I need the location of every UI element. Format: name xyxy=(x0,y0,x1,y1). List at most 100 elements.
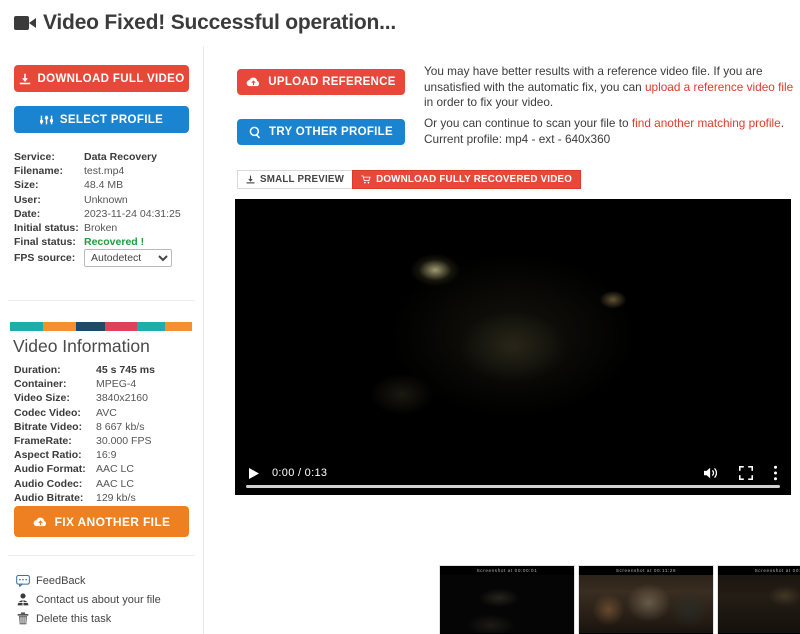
contact-us-link[interactable]: Contact us about your file xyxy=(14,590,161,609)
detail-value: AAC LC xyxy=(96,477,134,490)
detail-value: test.mp4 xyxy=(84,165,125,178)
page-title: Video Fixed! Successful operation... xyxy=(43,11,396,34)
detail-key: Codec Video: xyxy=(14,406,81,419)
detail-row: Audio Codec: AAC LC xyxy=(14,477,199,491)
detail-value: Unknown xyxy=(84,193,128,206)
volume-button[interactable] xyxy=(703,466,719,480)
select-profile-label: SELECT PROFILE xyxy=(59,113,164,126)
detail-key: Final status: xyxy=(14,236,76,249)
detail-row: Container: MPEG-4 xyxy=(14,377,199,391)
detail-key: Size: xyxy=(14,179,39,192)
screenshot-overlay-text: Screenshot at 00:00:01 xyxy=(476,568,538,573)
video-information-list: Duration: 45 s 745 ms Container: MPEG-4 Vide… xyxy=(14,363,199,505)
detail-value: 48.4 MB xyxy=(84,179,124,192)
cart-icon xyxy=(361,175,371,184)
fullscreen-button[interactable] xyxy=(739,466,753,480)
detail-value: 8 667 kb/s xyxy=(96,420,145,433)
detail-row: Bitrate Video: 8 667 kb/s xyxy=(14,420,199,434)
play-button[interactable] xyxy=(248,467,260,480)
download-icon xyxy=(19,73,30,84)
detail-row: Filename: test.mp4 xyxy=(14,164,194,178)
color-bar-segment xyxy=(164,322,192,331)
upload-reference-button[interactable]: UPLOAD REFERENCE xyxy=(237,69,405,95)
screenshot-thumbnail[interactable]: Screenshot at 00:11:26Screenshot N°2 xyxy=(578,565,714,634)
tab-download-fully-recovered-video[interactable]: DOWNLOAD FULLY RECOVERED VIDEO xyxy=(352,170,582,189)
reference-help-text: You may have better results with a refer… xyxy=(424,64,796,111)
detail-key: Audio Bitrate: xyxy=(14,491,84,504)
detail-key: Service: xyxy=(14,151,55,163)
video-camera-icon xyxy=(14,16,36,30)
detail-key: Audio Format: xyxy=(14,463,86,476)
video-progress-bar[interactable] xyxy=(246,485,780,488)
detail-row: FrameRate: 30.000 FPS xyxy=(14,434,199,448)
fps-source-row: FPS source: Autodetect xyxy=(14,249,172,267)
video-information-title: Video Information xyxy=(13,336,150,356)
detail-value: Recovered ! xyxy=(84,236,145,249)
find-matching-profile-link[interactable]: find another matching profile xyxy=(632,116,781,130)
page-header: Video Fixed! Successful operation... xyxy=(0,0,800,46)
fix-another-file-label: FIX ANOTHER FILE xyxy=(54,514,171,529)
sidebar-divider-top xyxy=(8,300,195,301)
detail-row: Video Size: 3840x2160 xyxy=(14,391,199,405)
detail-key: Initial status: xyxy=(14,222,79,235)
detail-row: User: Unknown xyxy=(14,193,194,207)
detail-row: Duration: 45 s 745 ms xyxy=(14,363,199,377)
fps-source-select[interactable]: Autodetect xyxy=(84,249,172,267)
decorative-color-bar xyxy=(10,322,192,331)
upload-reference-label: UPLOAD REFERENCE xyxy=(268,76,396,88)
screenshot-thumbnail[interactable]: Screenshot at 00:00:01Screenshot N°1 xyxy=(439,565,575,634)
try-other-profile-label: TRY OTHER PROFILE xyxy=(269,126,393,138)
sidebar: DOWNLOAD FULL VIDEO SELECT PROFILE Servi… xyxy=(0,46,203,634)
video-player[interactable]: 0:00 / 0:13 xyxy=(235,199,791,495)
more-options-button[interactable] xyxy=(773,465,778,481)
color-bar-segment xyxy=(75,322,105,331)
detail-row: Service: Data Recovery xyxy=(14,150,194,164)
tab-download-fully-recovered-label: DOWNLOAD FULLY RECOVERED VIDEO xyxy=(376,174,573,185)
screenshot-thumbnail-image: Screenshot at 00:22:51 xyxy=(718,566,800,634)
detail-row: Audio Bitrate: 129 kb/s xyxy=(14,491,199,505)
try-other-profile-button[interactable]: TRY OTHER PROFILE xyxy=(237,119,405,145)
screenshot-overlay-text: Screenshot at 00:11:26 xyxy=(615,568,677,573)
detail-value: 129 kb/s xyxy=(96,491,136,504)
color-bar-segment xyxy=(104,322,138,331)
download-full-video-button[interactable]: DOWNLOAD FULL VIDEO xyxy=(14,65,189,92)
delete-task-link[interactable]: Delete this task xyxy=(14,609,161,628)
sliders-icon xyxy=(39,115,53,124)
detail-value: Data Recovery xyxy=(84,151,157,163)
fps-source-label: FPS source: xyxy=(14,252,76,264)
detail-key: Aspect Ratio: xyxy=(14,449,82,462)
detail-value: 45 s 745 ms xyxy=(96,364,155,376)
video-controls: 0:00 / 0:13 xyxy=(235,451,791,495)
upload-reference-link[interactable]: upload a reference video file xyxy=(645,80,793,94)
detail-value: 30.000 FPS xyxy=(96,435,152,448)
detail-row: Size: 48.4 MB xyxy=(14,178,194,192)
sidebar-divider-bottom xyxy=(8,555,195,556)
select-profile-button[interactable]: SELECT PROFILE xyxy=(14,106,189,133)
screenshot-thumbnail[interactable]: Screenshot at 00:22:51Screenshot N°3 xyxy=(717,565,800,634)
delete-task-link-label: Delete this task xyxy=(36,612,112,625)
trash-icon xyxy=(14,612,31,625)
detail-key: Date: xyxy=(14,207,41,220)
detail-key: Filename: xyxy=(14,165,64,178)
detail-key: Bitrate Video: xyxy=(14,420,83,433)
detail-key: Video Size: xyxy=(14,392,70,405)
fix-another-file-button[interactable]: FIX ANOTHER FILE xyxy=(14,506,189,537)
profile-help-before: Or you can continue to scan your file to xyxy=(424,116,632,130)
screenshot-thumbnail-image: Screenshot at 00:11:26 xyxy=(579,566,713,634)
video-time-display: 0:00 / 0:13 xyxy=(272,467,328,479)
tab-small-preview[interactable]: SMALL PREVIEW xyxy=(237,170,353,189)
detail-row: Audio Format: AAC LC xyxy=(14,462,199,476)
detail-value: MPEG-4 xyxy=(96,378,137,391)
feedback-link[interactable]: FeedBack xyxy=(14,571,161,590)
detail-row: Final status: Recovered ! xyxy=(14,235,194,249)
color-bar-segment xyxy=(137,322,165,331)
detail-key: Duration: xyxy=(14,364,61,376)
profile-help-text: Or you can continue to scan your file to… xyxy=(424,116,796,147)
search-icon xyxy=(249,126,261,138)
detail-row: Initial status: Broken xyxy=(14,221,194,235)
detail-key: FrameRate: xyxy=(14,435,72,448)
feedback-link-label: FeedBack xyxy=(36,574,86,587)
detail-key: User: xyxy=(14,193,41,206)
download-full-video-label: DOWNLOAD FULL VIDEO xyxy=(37,72,185,85)
screenshot-overlay-text: Screenshot at 00:22:51 xyxy=(754,568,800,573)
